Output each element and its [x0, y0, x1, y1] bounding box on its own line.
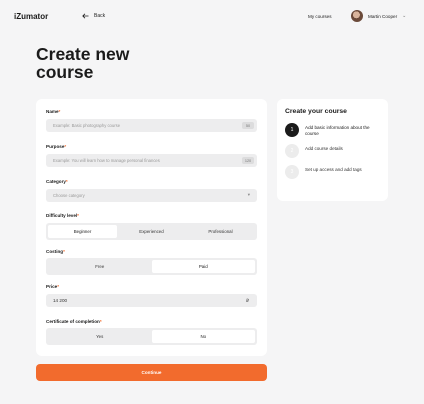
- name-label: Name*: [46, 109, 61, 114]
- back-label: Back: [94, 13, 106, 19]
- costing-option-free[interactable]: Free: [48, 260, 152, 273]
- costing-selector: Free Paid: [46, 258, 257, 275]
- certificate-option-no[interactable]: No: [151, 330, 255, 343]
- step-text: Add basic information about the course: [305, 125, 370, 136]
- page-title: Create new course: [36, 44, 130, 82]
- chevron-down-icon: ⌄: [402, 13, 407, 19]
- difficulty-selector: Beginner Experienced Professional: [46, 223, 257, 240]
- costing-option-paid[interactable]: Paid: [151, 260, 255, 273]
- course-form: Name* Example: Basic photography course …: [36, 99, 267, 356]
- my-courses-link[interactable]: My courses: [308, 14, 332, 19]
- step-text: Add course details: [305, 146, 343, 151]
- costing-label: Costing*: [46, 249, 65, 254]
- certificate-selector: Yes No: [46, 328, 257, 345]
- category-select[interactable]: Choose category ▾: [46, 189, 257, 202]
- category-label: Category*: [46, 179, 68, 184]
- avatar: [351, 10, 363, 22]
- purpose-placeholder: Example: You will learn how to manage pe…: [53, 158, 160, 163]
- purpose-char-counter: 120: [242, 157, 254, 164]
- name-field[interactable]: Example: Basic photography course 50: [46, 119, 257, 132]
- step-number: 1: [285, 123, 299, 137]
- purpose-label: Purpose*: [46, 144, 67, 149]
- user-menu[interactable]: Martin Cooper ⌄: [351, 10, 406, 22]
- step-number: 3: [285, 165, 299, 179]
- currency-symbol: ₽: [246, 298, 249, 303]
- name-placeholder: Example: Basic photography course: [53, 123, 121, 128]
- step-item: 2 Add course details: [285, 144, 380, 158]
- user-name: Martin Cooper: [368, 13, 398, 19]
- app-logo[interactable]: iZumator: [14, 12, 48, 21]
- difficulty-option-beginner[interactable]: Beginner: [48, 225, 117, 238]
- arrow-left-icon: [82, 13, 89, 19]
- purpose-field[interactable]: Example: You will learn how to manage pe…: [46, 154, 257, 167]
- continue-button[interactable]: Continue: [36, 364, 267, 381]
- certificate-label: Certificate of completion*: [46, 319, 102, 324]
- steps-title: Create your course: [285, 108, 347, 115]
- category-placeholder: Choose category: [53, 193, 85, 198]
- step-number: 2: [285, 144, 299, 158]
- price-field[interactable]: 14 200 ₽: [46, 294, 257, 307]
- steps-panel: Create your course 1 Add basic informati…: [277, 99, 388, 201]
- step-item: 1 Add basic information about the course: [285, 123, 380, 137]
- back-button[interactable]: Back: [82, 13, 105, 19]
- chevron-down-icon: ▾: [247, 192, 250, 197]
- certificate-option-yes[interactable]: Yes: [48, 330, 152, 343]
- difficulty-option-experienced[interactable]: Experienced: [117, 225, 186, 238]
- price-value: 14 200: [53, 298, 68, 303]
- price-label: Price*: [46, 284, 60, 289]
- name-char-counter: 50: [242, 122, 254, 129]
- step-item: 3 Set up access and add tags: [285, 165, 380, 179]
- top-bar: iZumator Back My courses Martin Cooper ⌄: [0, 0, 424, 34]
- step-text: Set up access and add tags: [305, 167, 362, 172]
- difficulty-label: Difficulty level*: [46, 213, 79, 218]
- difficulty-option-professional[interactable]: Professional: [186, 225, 255, 238]
